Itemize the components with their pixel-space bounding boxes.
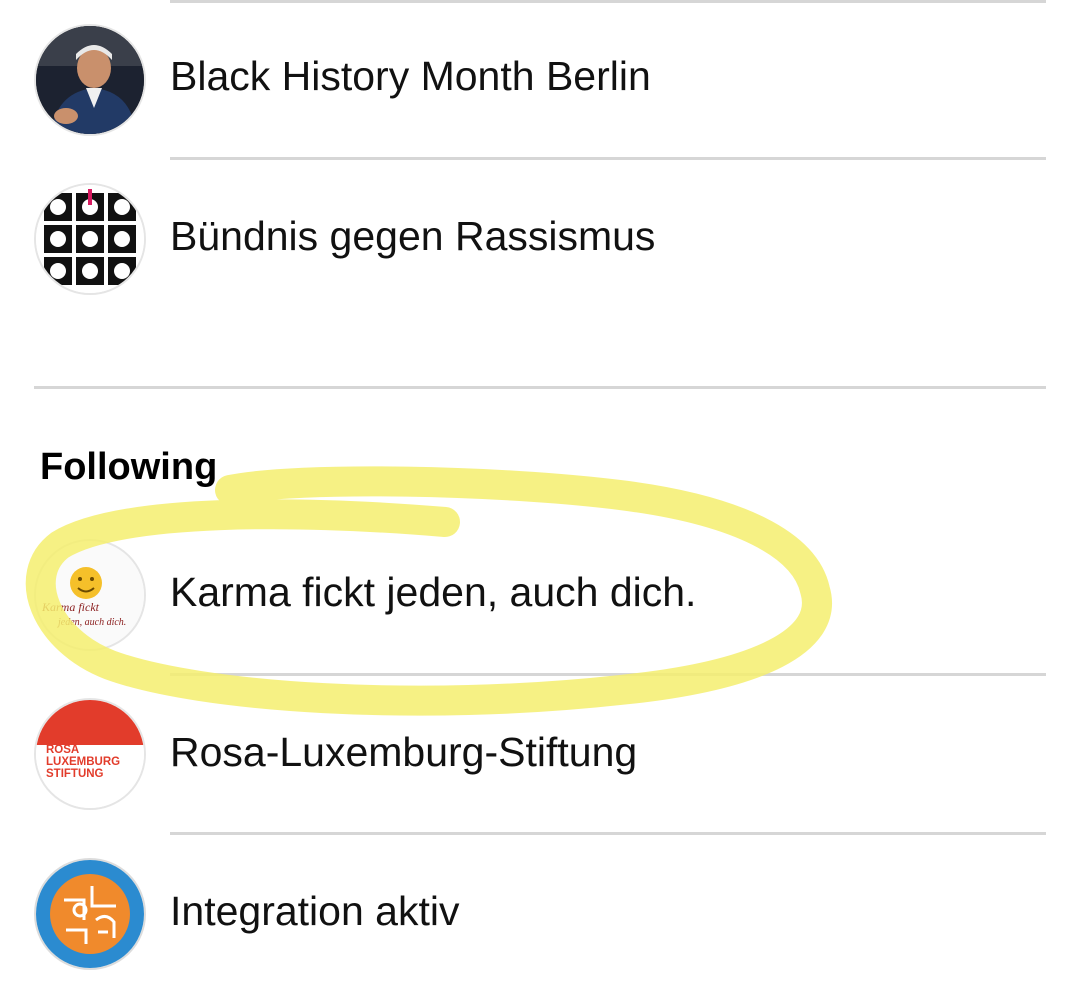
rls-logo-text-rosa: ROSA (46, 744, 80, 756)
section-divider (34, 386, 1046, 389)
list-item-rosa-luxemburg-stiftung[interactable]: ROSA LUXEMBURG STIFTUNG Rosa-Luxemburg-S… (0, 676, 1080, 836)
rls-logo-text-stiftung: STIFTUNG (46, 768, 104, 780)
avatar-integration-logo (34, 858, 146, 970)
list-item-label: Integration aktiv (170, 888, 460, 934)
karma-logo-text-1: Karma fickt (41, 600, 100, 614)
rls-logo-text-luxemburg: LUXEMBURG (46, 756, 121, 768)
list-item-buendnis-gegen-rassismus[interactable]: Bündnis gegen Rassismus (0, 160, 1080, 320)
section-title-following: Following (40, 446, 218, 488)
list-item-label: Black History Month Berlin (170, 53, 651, 99)
avatar-faces-grid-logo (34, 183, 146, 295)
avatar-rls-logo: ROSA LUXEMBURG STIFTUNG (34, 698, 146, 810)
list-item-label: Karma fickt jeden, auch dich. (170, 569, 697, 615)
avatar-karma-logo: Karma fickt jeden, auch dich. (34, 539, 146, 651)
karma-logo-text-2: jeden, auch dich. (56, 617, 126, 628)
list-item-integration-aktiv[interactable]: Integration aktiv (0, 835, 1080, 995)
list-item-black-history-month-berlin[interactable]: Black History Month Berlin (0, 0, 1080, 160)
avatar-portrait-photo (34, 24, 146, 136)
list-item-karma-fickt-jeden[interactable]: Karma fickt jeden, auch dich. Karma fick… (0, 514, 1080, 674)
list-item-label: Rosa-Luxemburg-Stiftung (170, 729, 638, 775)
list-item-label: Bündnis gegen Rassismus (170, 213, 656, 259)
